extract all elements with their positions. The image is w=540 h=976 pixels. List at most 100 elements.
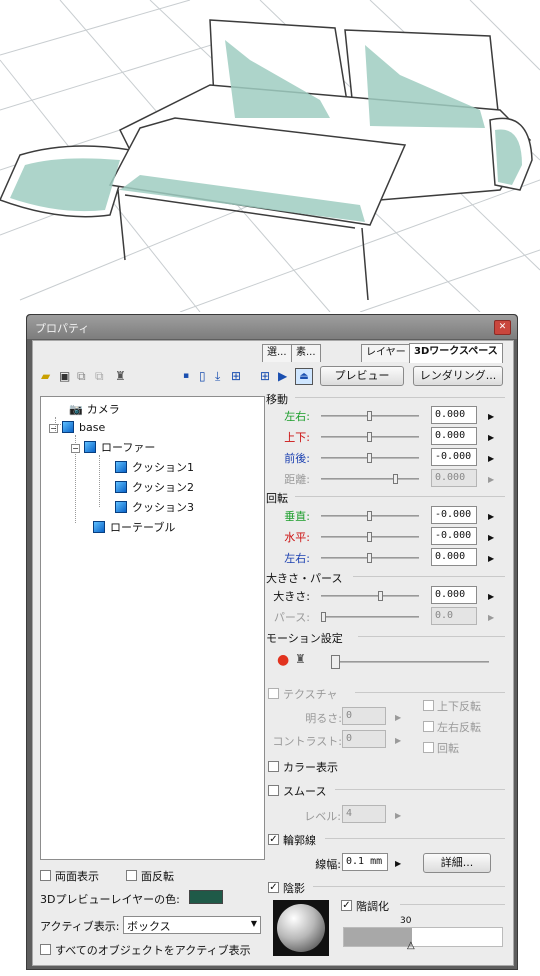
- folder-open-icon[interactable]: ▰: [41, 368, 50, 384]
- render-button[interactable]: レンダリング...: [413, 366, 503, 386]
- value-arrow-icon[interactable]: ▶: [488, 412, 494, 422]
- tab-material[interactable]: 素...: [291, 344, 321, 362]
- rotate-row-slider[interactable]: [321, 553, 419, 563]
- tab-3d-workspace[interactable]: 3Dワークスペース: [409, 343, 503, 363]
- brightness-arrow-icon[interactable]: ▶: [395, 713, 401, 723]
- move-row-value[interactable]: 0.000: [431, 469, 477, 487]
- rotate-row-value[interactable]: -0.000: [431, 527, 477, 545]
- value-arrow-icon[interactable]: ▶: [488, 512, 494, 522]
- 3d-preview-canvas[interactable]: [0, 0, 540, 312]
- eject-icon[interactable]: ⏏: [295, 368, 313, 385]
- paste-icon[interactable]: ⧉: [95, 368, 104, 384]
- preview-color-swatch[interactable]: [189, 890, 223, 904]
- rotate-row-slider[interactable]: [321, 532, 419, 542]
- value-arrow-icon[interactable]: ▶: [488, 533, 494, 543]
- line-width-field[interactable]: 0.1 mm: [342, 853, 388, 871]
- tree-item-low-table[interactable]: ローテーブル: [93, 521, 175, 535]
- rotate-slider-thumb[interactable]: [367, 511, 372, 521]
- point-icon[interactable]: ▪: [183, 368, 189, 384]
- rotate-slider-thumb[interactable]: [367, 532, 372, 542]
- rotate-row-value[interactable]: -0.000: [431, 506, 477, 524]
- tree-item-base[interactable]: − base: [49, 421, 105, 435]
- move-slider-thumb[interactable]: [367, 411, 372, 421]
- move-slider-thumb[interactable]: [393, 474, 398, 484]
- outline-checkbox[interactable]: ✓: [268, 834, 279, 845]
- double-sided-label: 両面表示: [55, 870, 99, 883]
- motion-timeline-slider[interactable]: [331, 655, 489, 669]
- move-row-value[interactable]: -0.000: [431, 448, 477, 466]
- grid-icon[interactable]: ⊞: [260, 368, 270, 384]
- brightness-field[interactable]: 0: [342, 707, 386, 725]
- value-arrow-icon[interactable]: ▶: [488, 554, 494, 564]
- rotate-row-value[interactable]: 0.000: [431, 548, 477, 566]
- gradation-checkbox[interactable]: ✓: [341, 900, 352, 911]
- play-icon[interactable]: ▶: [278, 368, 287, 384]
- flip-horizontal-checkbox[interactable]: [423, 721, 434, 732]
- value-arrow-icon[interactable]: ▶: [488, 613, 494, 623]
- gradation-thumb-icon[interactable]: △: [407, 940, 415, 951]
- tree-item-cushion-2[interactable]: クッション2: [115, 481, 194, 495]
- size-row-slider[interactable]: [321, 612, 419, 622]
- rotate-slider-thumb[interactable]: [367, 553, 372, 563]
- size-slider-thumb[interactable]: [378, 591, 383, 601]
- contrast-field[interactable]: 0: [342, 730, 386, 748]
- sphere-preview-icon: [277, 904, 325, 952]
- value-arrow-icon[interactable]: ▶: [488, 475, 494, 485]
- move-row-slider[interactable]: [321, 474, 419, 484]
- move-row-slider[interactable]: [321, 432, 419, 442]
- texture-rotate-checkbox[interactable]: [423, 742, 434, 753]
- tab-select[interactable]: 選...: [262, 344, 292, 362]
- object-tree[interactable]: 📷 カメラ − base − ローファー クッション1 クッション2 クッション3 ロ…: [40, 396, 265, 860]
- gradation-slider[interactable]: △: [343, 927, 503, 951]
- trash-icon[interactable]: ♜: [295, 652, 306, 666]
- tree-item-cushion-1[interactable]: クッション1: [115, 461, 194, 475]
- contrast-arrow-icon[interactable]: ▶: [395, 736, 401, 746]
- invert-faces-checkbox[interactable]: [126, 870, 137, 881]
- move-row-value[interactable]: 0.000: [431, 406, 477, 424]
- move-row-slider[interactable]: [321, 453, 419, 463]
- size-row-slider[interactable]: [321, 591, 419, 601]
- tab-layer[interactable]: レイヤー: [361, 344, 411, 362]
- active-display-select[interactable]: ボックス ▼: [123, 916, 261, 934]
- size-row-value[interactable]: 0.000: [431, 586, 477, 604]
- collapse-toggle-icon[interactable]: −: [49, 424, 58, 433]
- smooth-arrow-icon[interactable]: ▶: [395, 811, 401, 821]
- tree-item-camera[interactable]: 📷 カメラ: [69, 403, 120, 417]
- move-slider-thumb[interactable]: [367, 453, 372, 463]
- drop-to-floor-icon[interactable]: ⤓: [215, 368, 220, 384]
- value-arrow-icon[interactable]: ▶: [488, 433, 494, 443]
- motion-slider-thumb[interactable]: [331, 655, 340, 669]
- shading-checkbox[interactable]: ✓: [268, 882, 279, 893]
- panel-titlebar[interactable]: プロパティ ✕: [27, 315, 517, 339]
- grid-view-icon[interactable]: ⊞: [231, 368, 241, 384]
- outline-detail-button[interactable]: 詳細...: [423, 853, 491, 873]
- move-slider-thumb[interactable]: [367, 432, 372, 442]
- trash-icon[interactable]: ♜: [115, 368, 126, 384]
- collapse-toggle-icon[interactable]: −: [71, 444, 80, 453]
- line-width-arrow-icon[interactable]: ▶: [395, 859, 401, 869]
- rect-icon[interactable]: ▯: [199, 368, 206, 384]
- texture-checkbox[interactable]: [268, 688, 279, 699]
- move-row-label: 上下:: [284, 431, 310, 444]
- value-arrow-icon[interactable]: ▶: [488, 454, 494, 464]
- move-row-slider[interactable]: [321, 411, 419, 421]
- move-row-value[interactable]: 0.000: [431, 427, 477, 445]
- rotate-row-slider[interactable]: [321, 511, 419, 521]
- save-icon[interactable]: ▣: [59, 368, 70, 384]
- copy-icon[interactable]: ⧉: [77, 368, 86, 384]
- tree-item-loafer[interactable]: − ローファー: [71, 441, 155, 455]
- smooth-checkbox[interactable]: [268, 785, 279, 796]
- preview-button[interactable]: プレビュー: [320, 366, 404, 386]
- record-icon[interactable]: ●: [277, 652, 289, 668]
- flip-vertical-checkbox[interactable]: [423, 700, 434, 711]
- tree-item-cushion-3[interactable]: クッション3: [115, 501, 194, 515]
- cube-icon: [93, 521, 105, 533]
- double-sided-checkbox[interactable]: [40, 870, 51, 881]
- value-arrow-icon[interactable]: ▶: [488, 592, 494, 602]
- all-active-checkbox[interactable]: [40, 944, 51, 955]
- size-slider-thumb[interactable]: [321, 612, 326, 622]
- smooth-level-field[interactable]: 4: [342, 805, 386, 823]
- size-row-value[interactable]: 0.0: [431, 607, 477, 625]
- close-icon[interactable]: ✕: [494, 320, 511, 335]
- color-display-checkbox[interactable]: [268, 761, 279, 772]
